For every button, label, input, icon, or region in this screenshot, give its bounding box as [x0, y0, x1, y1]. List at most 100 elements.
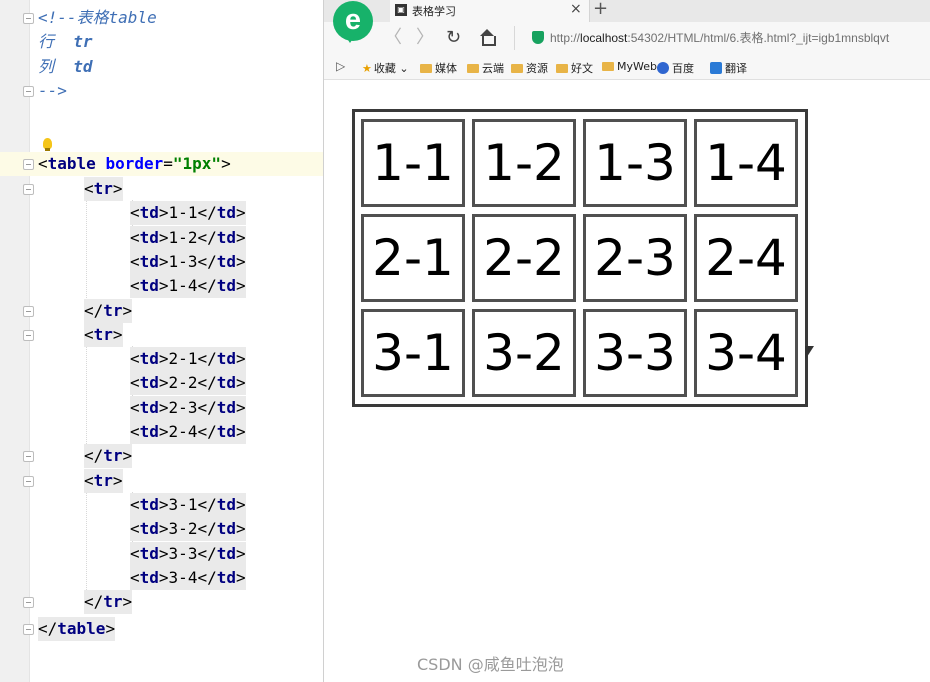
fold-marker-icon[interactable] — [23, 13, 34, 24]
code-line[interactable]: 行 tr — [0, 30, 323, 54]
tr-open-line-text: <tr> — [84, 322, 123, 347]
back-button[interactable]: 〈 — [384, 26, 402, 50]
tag-name: table — [57, 619, 106, 638]
td-line[interactable]: <td>1-4</td> — [0, 274, 323, 299]
url-text[interactable]: http://localhost:54302/HTML/html/6.表格.ht… — [550, 29, 889, 46]
url-host: localhost — [580, 31, 628, 45]
tr-close-line-text: </tr> — [84, 590, 133, 615]
td-line-text: <td>2-1</td> — [130, 347, 246, 372]
tr-open-line[interactable]: <tr> — [0, 322, 323, 347]
bookmark-label: 百度 — [672, 62, 694, 75]
td-line[interactable]: <td>2-4</td> — [0, 420, 323, 444]
address-bar[interactable]: http://localhost:54302/HTML/html/6.表格.ht… — [514, 26, 930, 50]
bracket: > — [221, 154, 231, 173]
forward-button[interactable]: 〉 — [416, 26, 434, 50]
browser-window: ▣ 表格学习 × + 〈 〉 ↻ http://localhost:54302/… — [323, 0, 930, 682]
bookmark-百度[interactable]: 百度 — [657, 60, 694, 76]
comment-row-tag: tr — [73, 32, 93, 51]
page-viewport: 1-1 1-2 1-3 1-4 2-1 2-2 2-3 2-4 3-1 3-2 3-3 3-4 — [324, 81, 930, 682]
td-line-text: <td>1-1</td> — [130, 201, 246, 226]
tr-open-line[interactable]: <tr> — [0, 468, 323, 493]
code-line[interactable]: 列 td — [0, 55, 323, 79]
code-line[interactable]: <!--表格table — [0, 6, 323, 30]
fold-marker-icon[interactable] — [23, 329, 34, 341]
comment-col-line: 列 td — [38, 55, 93, 79]
table-cell: 3-4 — [694, 309, 798, 397]
comment-col-tag: td — [73, 57, 93, 76]
navigation-bar: 〈 〉 ↻ http://localhost:54302/HTML/html/6… — [324, 22, 930, 54]
tr-close-line[interactable]: </tr> — [0, 590, 323, 615]
fold-end-marker-icon[interactable] — [23, 305, 34, 317]
fold-marker-icon[interactable] — [23, 159, 34, 170]
td-line[interactable]: <td>3-4</td> — [0, 565, 323, 590]
td-line-text: <td>1-4</td> — [130, 274, 246, 299]
bookmark-label: 翻译 — [725, 62, 747, 75]
table-cell: 3-1 — [361, 309, 465, 397]
new-tab-button[interactable]: + — [593, 0, 608, 19]
tr-close-line[interactable]: </tr> — [0, 298, 323, 323]
td-line[interactable]: <td>1-2</td> — [0, 225, 323, 250]
bookmark-资源[interactable]: 资源 — [511, 60, 548, 76]
table-cell: 3-3 — [583, 309, 687, 397]
td-line-text: <td>2-3</td> — [130, 395, 246, 420]
fold-end-marker-icon[interactable] — [23, 597, 34, 609]
comment-row-line: 行 tr — [38, 30, 93, 54]
td-line[interactable]: <td>1-3</td> — [0, 249, 323, 274]
translate-icon — [710, 62, 722, 74]
cell-text: 2-2 — [168, 373, 198, 393]
code-editor[interactable]: <!--表格table 行 tr 列 td --> <table border=… — [0, 0, 323, 682]
td-line[interactable]: <td>2-3</td> — [0, 395, 323, 420]
rendered-table: 1-1 1-2 1-3 1-4 2-1 2-2 2-3 2-4 3-1 3-2 3-3 3-4 — [352, 109, 808, 407]
bookmark-媒体[interactable]: 媒体 — [420, 60, 457, 76]
bookmark-label: 好文 — [571, 62, 593, 75]
lightbulb-icon[interactable] — [43, 138, 52, 151]
tab-title: 表格学习 — [412, 5, 456, 18]
attribute-value: "1px" — [172, 154, 222, 173]
td-line[interactable]: <td>2-2</td> — [0, 371, 323, 396]
star-icon: ★ — [362, 62, 372, 75]
code-line-current[interactable]: <table border="1px"> — [0, 152, 323, 176]
fold-marker-icon[interactable] — [23, 184, 34, 195]
bookmark-收藏[interactable]: ★ 收藏 ⌄ — [362, 60, 409, 76]
cell-text: 2-3 — [168, 397, 198, 417]
bookmarks-toggle-button[interactable]: ▷ — [336, 59, 345, 73]
fold-end-marker-icon[interactable] — [23, 86, 34, 97]
fold-end-marker-icon[interactable] — [23, 451, 34, 463]
code-line[interactable]: --> — [0, 79, 323, 103]
td-line-text: <td>1-2</td> — [130, 225, 246, 250]
bookmark-好文[interactable]: 好文 — [556, 60, 593, 76]
tab-close-button[interactable]: × — [570, 1, 582, 17]
tr-open-line-text: <tr> — [84, 468, 123, 493]
home-icon[interactable] — [479, 29, 496, 46]
td-line[interactable]: <td>3-1</td> — [0, 492, 323, 517]
td-line[interactable]: <td>1-1</td> — [0, 201, 323, 226]
bookmark-云端[interactable]: 云端 — [467, 60, 504, 76]
table-close-tag: </table> — [38, 617, 116, 641]
cell-text: 1-1 — [168, 203, 198, 223]
td-line-text: <td>2-4</td> — [130, 420, 246, 444]
tr-open-line[interactable]: <tr> — [0, 177, 323, 201]
bookmark-label: 云端 — [482, 62, 504, 75]
td-line[interactable]: <td>3-3</td> — [0, 541, 323, 566]
td-line[interactable]: <td>2-1</td> — [0, 347, 323, 372]
table-cell: 1-4 — [694, 119, 798, 207]
tr-open-line-text: <tr> — [84, 177, 123, 201]
td-line-text: <td>3-1</td> — [130, 492, 246, 517]
folder-icon — [467, 64, 479, 73]
code-line[interactable]: </table> — [0, 617, 323, 641]
url-path: :54302/HTML/html/6.表格.html?_ijt=igb1mnsb… — [627, 31, 890, 45]
cell-text: 2-4 — [168, 422, 198, 441]
watermark: CSDN @咸鱼吐泡泡 — [417, 655, 564, 674]
bookmark-翻译[interactable]: 翻译 — [710, 60, 747, 76]
security-shield-icon[interactable] — [532, 31, 544, 44]
bookmark-myweb[interactable]: MyWeb — [602, 60, 657, 73]
tab-table-study[interactable]: ▣ 表格学习 × — [390, 0, 590, 22]
fold-marker-icon[interactable] — [23, 475, 34, 487]
cell-text: 3-3 — [168, 543, 198, 563]
fold-end-marker-icon[interactable] — [23, 624, 34, 635]
reload-button[interactable]: ↻ — [446, 26, 461, 50]
bookmark-label: 媒体 — [435, 62, 457, 75]
td-line[interactable]: <td>3-2</td> — [0, 517, 323, 542]
td-line-text: <td>2-2</td> — [130, 371, 246, 396]
tr-close-line[interactable]: </tr> — [0, 444, 323, 469]
